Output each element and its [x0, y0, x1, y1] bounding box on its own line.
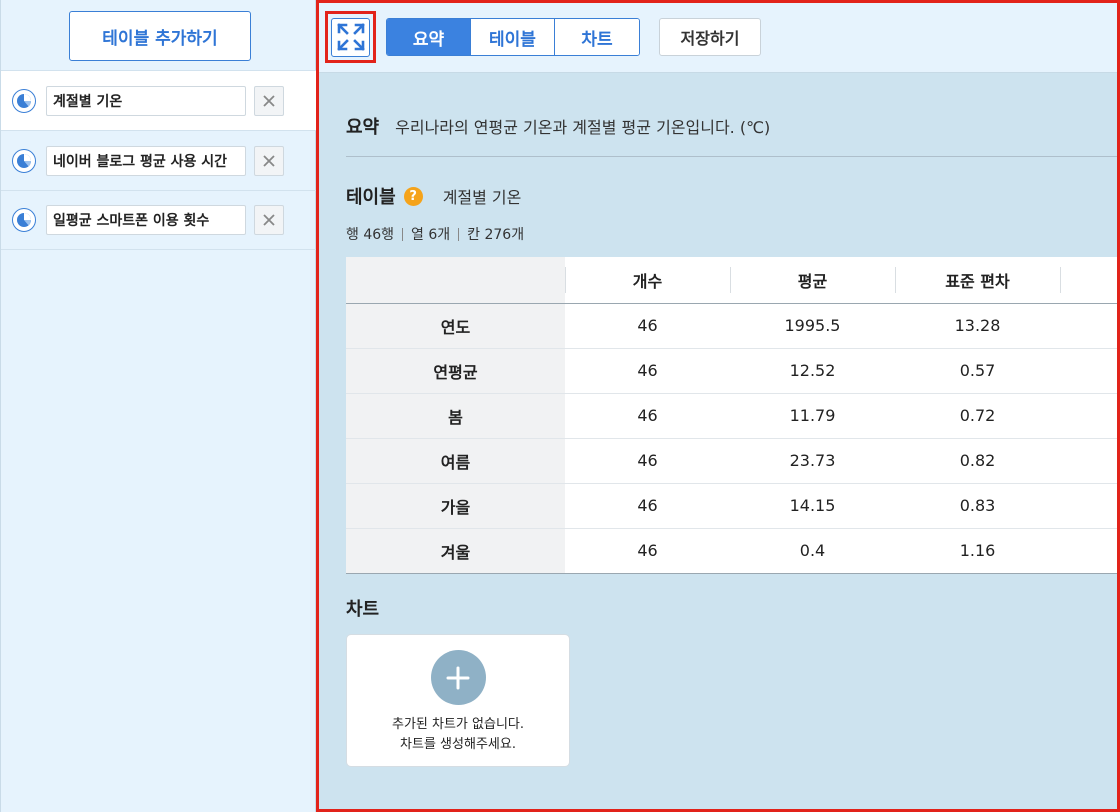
pie-chart-icon — [12, 208, 36, 232]
mean-cell: 0.4 — [730, 528, 895, 574]
count-cell: 46 — [565, 438, 730, 484]
chart-section-title: 차트 — [346, 599, 380, 620]
plus-icon — [446, 666, 470, 689]
main-panel: 요약 테이블 차트 저장하기 요약 우리나라의 연평균 기온과 계절별 평균 기… — [316, 0, 1120, 812]
empty-chart-card: 추가된 차트가 없습니다. 차트를 생성해주세요. — [346, 634, 570, 767]
column-count: 열 6개 — [411, 227, 451, 243]
row-label: 연도 — [346, 303, 565, 349]
close-icon — [263, 154, 275, 167]
table-name-field[interactable]: 일평균 스마트폰 이용 횟수 — [46, 205, 246, 235]
row-label: 봄 — [346, 393, 565, 439]
column-header — [1060, 257, 1117, 304]
empty-cell — [1060, 438, 1117, 484]
save-button[interactable]: 저장하기 — [659, 18, 761, 56]
remove-table-button[interactable] — [254, 85, 284, 116]
table-row: 연도 46 1995.5 13.28 — [346, 303, 1117, 349]
table-list-item[interactable]: 계절별 기온 — [1, 70, 316, 130]
mean-cell: 23.73 — [730, 438, 895, 484]
column-header: 평균 — [730, 257, 895, 304]
add-chart-button[interactable] — [430, 650, 486, 705]
meta-separator — [458, 227, 460, 241]
std-cell: 0.72 — [895, 393, 1060, 439]
count-cell: 46 — [565, 483, 730, 529]
summary-section: 요약 우리나라의 연평균 기온과 계절별 평균 기온입니다. (℃) — [346, 113, 770, 139]
empty-cell — [1060, 393, 1117, 439]
empty-cell — [1060, 483, 1117, 529]
sidebar: 테이블 추가하기 계절별 기온 네이버 블로그 평균 사용 시간 일평균 스마트… — [0, 0, 316, 812]
close-icon — [263, 94, 275, 107]
mean-cell: 12.52 — [730, 348, 895, 394]
std-cell: 0.83 — [895, 483, 1060, 529]
table-header-row: 개수 평균 표준 편차 — [346, 257, 1117, 304]
table-row: 가을 46 14.15 0.83 — [346, 483, 1117, 529]
column-header — [346, 257, 565, 304]
table-name: 계절별 기온 — [442, 188, 522, 207]
column-header: 표준 편차 — [895, 257, 1060, 304]
summary-text: 우리나라의 연평균 기온과 계절별 평균 기온입니다. (℃) — [395, 118, 771, 137]
table-row: 연평균 46 12.52 0.57 — [346, 348, 1117, 394]
close-icon — [263, 214, 275, 226]
empty-cell — [1060, 303, 1117, 349]
table-row: 봄 46 11.79 0.72 — [346, 393, 1117, 439]
add-table-button[interactable]: 테이블 추가하기 — [69, 11, 251, 61]
column-header: 개수 — [565, 257, 730, 304]
row-label: 겨울 — [346, 528, 565, 574]
table-name-field[interactable]: 네이버 블로그 평균 사용 시간 — [46, 145, 246, 176]
remove-table-button[interactable] — [254, 205, 284, 235]
std-cell: 1.16 — [895, 528, 1060, 574]
table-meta: 행 46행 열 6개 칸 276개 — [346, 224, 524, 244]
empty-cell — [1060, 528, 1117, 574]
mean-cell: 11.79 — [730, 393, 895, 439]
empty-chart-message: 추가된 차트가 없습니다. 차트를 생성해주세요. — [392, 715, 524, 755]
table-name-field[interactable]: 계절별 기온 — [46, 85, 246, 116]
meta-separator — [402, 227, 404, 241]
divider — [346, 156, 1117, 157]
tab-table[interactable]: 테이블 — [471, 19, 555, 55]
mean-cell: 14.15 — [730, 483, 895, 529]
expand-icon — [331, 17, 370, 57]
mean-cell: 1995.5 — [730, 303, 895, 349]
cell-count: 칸 276개 — [467, 227, 525, 243]
std-cell: 0.82 — [895, 438, 1060, 484]
table-section-title: 테이블 — [346, 187, 396, 208]
empty-chart-line2: 차트를 생성해주세요. — [400, 737, 516, 752]
table-list-item[interactable]: 일평균 스마트폰 이용 횟수 — [1, 190, 316, 250]
empty-cell — [1060, 348, 1117, 394]
remove-table-button[interactable] — [254, 145, 284, 176]
row-label: 가을 — [346, 483, 565, 529]
table-list: 계절별 기온 네이버 블로그 평균 사용 시간 일평균 스마트폰 이용 횟수 — [1, 70, 316, 250]
row-label: 여름 — [346, 438, 565, 484]
tab-summary[interactable]: 요약 — [387, 19, 471, 55]
count-cell: 46 — [565, 348, 730, 394]
summary-title: 요약 — [346, 117, 380, 138]
help-icon[interactable]: ? — [403, 186, 423, 206]
table-row: 겨울 46 0.4 1.16 — [346, 528, 1117, 574]
count-cell: 46 — [565, 303, 730, 349]
toolbar: 요약 테이블 차트 저장하기 — [319, 3, 1117, 73]
row-count: 행 46행 — [346, 227, 395, 243]
count-cell: 46 — [565, 528, 730, 574]
count-cell: 46 — [565, 393, 730, 439]
row-label: 연평균 — [346, 348, 565, 394]
pie-chart-icon — [12, 148, 36, 173]
pie-chart-icon — [12, 88, 36, 113]
view-tabs: 요약 테이블 차트 — [386, 18, 640, 56]
std-cell: 0.57 — [895, 348, 1060, 394]
table-section-header: 테이블 ? 계절별 기온 — [346, 183, 521, 209]
stats-table: 개수 평균 표준 편차 연도 46 1995.5 13.28 연평균 46 12… — [346, 257, 1117, 574]
table-row: 여름 46 23.73 0.82 — [346, 438, 1117, 484]
tab-chart[interactable]: 차트 — [555, 19, 639, 55]
expand-button[interactable] — [325, 11, 376, 63]
std-cell: 13.28 — [895, 303, 1060, 349]
empty-chart-line1: 추가된 차트가 없습니다. — [392, 717, 524, 732]
table-list-item[interactable]: 네이버 블로그 평균 사용 시간 — [1, 130, 316, 190]
